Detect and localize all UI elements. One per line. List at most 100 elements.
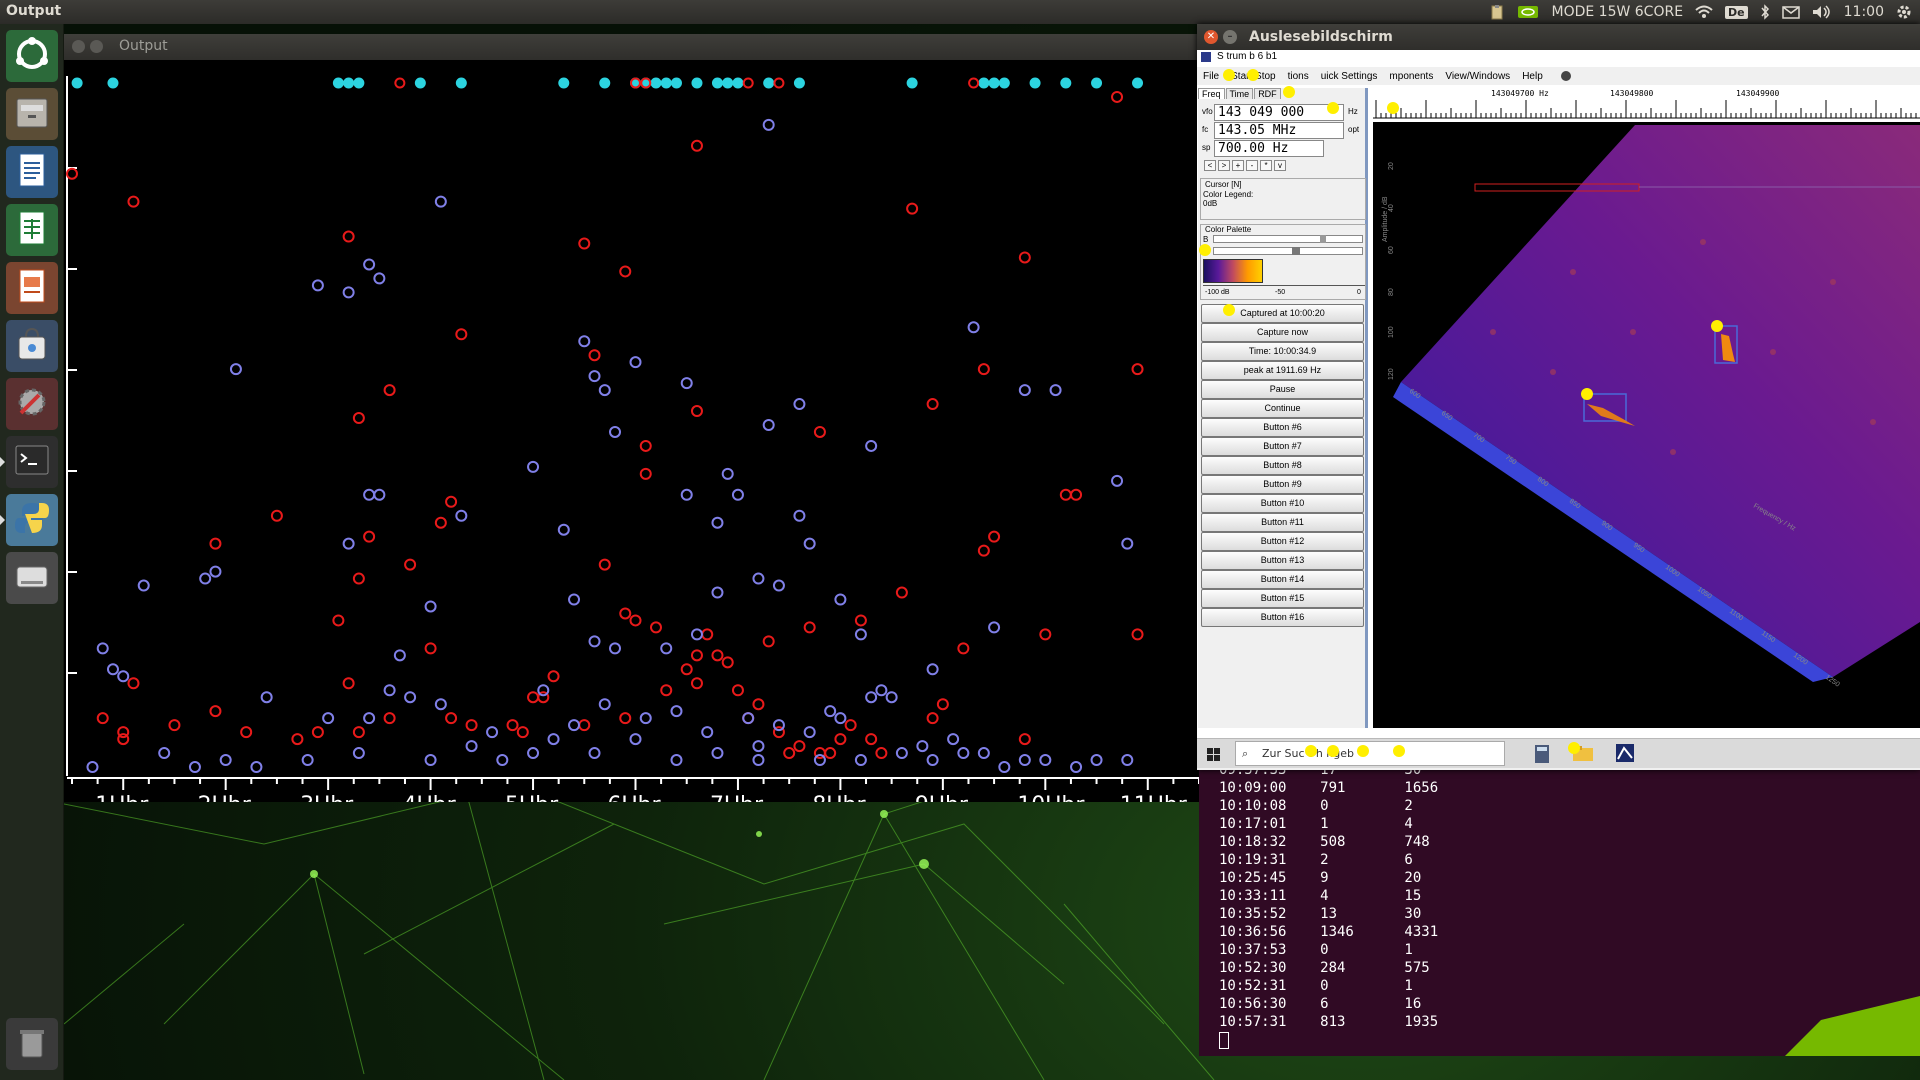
minimize-button[interactable]: [90, 40, 103, 53]
launcher-drive-button[interactable]: [6, 552, 58, 604]
spectrum-3d-surface: Amplitude / dB 20406080100120 6006507007…: [1382, 125, 1920, 689]
control-button[interactable]: peak at 1911.69 Hz: [1201, 361, 1364, 380]
menu-help[interactable]: Help: [1516, 71, 1549, 82]
terminal-window[interactable]: 09:57:33 17 30 10:09:00 791 1656 10:10:08 …: [1199, 762, 1920, 1056]
sp-input[interactable]: 700.00 Hz: [1214, 140, 1324, 157]
menu-view-windows[interactable]: View/Windows: [1439, 71, 1516, 82]
control-button[interactable]: Button #10: [1201, 494, 1364, 513]
nav-plus-button[interactable]: +: [1232, 160, 1244, 171]
control-button[interactable]: Capture now: [1201, 323, 1364, 342]
nvidia-icon[interactable]: [1517, 4, 1539, 20]
close-icon[interactable]: ✕: [1204, 30, 1218, 44]
launcher-writer-button[interactable]: [6, 146, 58, 198]
spectrum-surface: [1401, 125, 1920, 677]
control-button[interactable]: Time: 10:00:34.9: [1201, 342, 1364, 361]
launcher-software-button[interactable]: [6, 320, 58, 372]
data-point: [824, 747, 837, 760]
data-point: [865, 439, 878, 452]
terminal-line: 10:56:30 6 16: [1219, 996, 1422, 1012]
control-button[interactable]: Pause: [1201, 380, 1364, 399]
data-point: [731, 488, 744, 501]
data-point: [1059, 488, 1072, 501]
nav-down-button[interactable]: v: [1274, 160, 1286, 171]
nav-left-button[interactable]: <: [1204, 160, 1216, 171]
spectrum-lab-taskbar-icon[interactable]: [1615, 743, 1635, 767]
nav-minus-button[interactable]: -: [1246, 160, 1258, 171]
wrench-gear-icon: [13, 383, 51, 425]
calculator-taskbar-icon[interactable]: [1534, 744, 1550, 768]
tab-rdf[interactable]: RDF: [1254, 88, 1281, 99]
contrast-slider[interactable]: [1213, 247, 1363, 255]
launcher-terminal-button[interactable]: [0, 436, 58, 488]
output-window-titlebar[interactable]: Output: [64, 34, 1199, 60]
menu-file[interactable]: File: [1197, 71, 1225, 82]
data-point: [1121, 537, 1134, 550]
data-point: [506, 719, 519, 732]
launcher-files-button[interactable]: [6, 88, 58, 140]
control-button[interactable]: Button #16: [1201, 608, 1364, 627]
control-button[interactable]: Button #15: [1201, 589, 1364, 608]
remote-window-titlebar[interactable]: ✕ – Auslesebildschirm: [1197, 24, 1920, 50]
launcher-impress-button[interactable]: [6, 262, 58, 314]
vfo-input[interactable]: 143 049 000: [1214, 104, 1344, 121]
mail-icon[interactable]: [1781, 5, 1800, 19]
x-tick-label: 3Uhr: [300, 793, 354, 802]
data-point: [568, 719, 581, 732]
touch-marker: [1305, 745, 1317, 757]
control-button[interactable]: Continue: [1201, 399, 1364, 418]
menu-options[interactable]: tions: [1282, 71, 1315, 82]
launcher-settings-button[interactable]: [6, 378, 58, 430]
terminal-icon: [13, 441, 51, 483]
control-button[interactable]: Button #7: [1201, 437, 1364, 456]
clipboard-icon[interactable]: [1489, 4, 1505, 20]
launcher-calc-button[interactable]: [6, 204, 58, 256]
wifi-icon[interactable]: [1695, 5, 1713, 19]
menu-components[interactable]: mponents: [1383, 71, 1439, 82]
vfo-field: vfo 143 049 000 Hz: [1200, 104, 1366, 121]
tab-time[interactable]: Time: [1225, 88, 1254, 99]
control-button[interactable]: Button #11: [1201, 513, 1364, 532]
power-mode-label[interactable]: MODE 15W 6CORE: [1551, 4, 1683, 20]
data-point: [394, 77, 406, 89]
keyboard-layout-indicator[interactable]: De: [1725, 5, 1748, 19]
close-button[interactable]: [72, 40, 85, 53]
launcher-trash-button[interactable]: [6, 1018, 58, 1070]
data-point: [547, 733, 560, 746]
control-button[interactable]: Button #8: [1201, 456, 1364, 475]
tab-freq[interactable]: Freq: [1198, 88, 1225, 99]
control-button[interactable]: Button #6: [1201, 418, 1364, 437]
control-button[interactable]: Button #13: [1201, 551, 1364, 570]
data-point: [445, 712, 458, 725]
terminal-line: 10:25:45 9 20: [1219, 870, 1422, 886]
bluetooth-icon[interactable]: [1760, 4, 1770, 20]
control-pane: Freq Time RDF vfo 143 049 000 Hz fc 143.…: [1198, 88, 1368, 728]
clock[interactable]: 11:00: [1844, 4, 1884, 20]
fc-input[interactable]: 143.05 MHz: [1214, 122, 1344, 139]
brightness-slider[interactable]: [1213, 235, 1363, 243]
taskbar-search-input[interactable]: ⌕ Zur Suc t h ngeb: [1235, 741, 1505, 766]
windows-start-icon[interactable]: [1207, 747, 1221, 766]
minimize-icon[interactable]: –: [1223, 30, 1237, 44]
settings-gear-icon[interactable]: [1896, 4, 1912, 20]
data-point: [598, 698, 611, 711]
data-point: [434, 195, 447, 208]
nav-right-button[interactable]: >: [1218, 160, 1230, 171]
menu-quick-settings[interactable]: uick Settings: [1315, 71, 1384, 82]
control-button[interactable]: Button #12: [1201, 532, 1364, 551]
data-point: [352, 747, 365, 760]
fc-options[interactable]: opt: [1348, 125, 1359, 134]
search-icon: ⌕: [1242, 747, 1249, 760]
data-point: [527, 691, 540, 704]
hard-drive-icon: [13, 557, 51, 599]
data-point: [1132, 77, 1144, 89]
volume-icon[interactable]: [1812, 5, 1832, 19]
launcher-python-button[interactable]: [0, 494, 58, 546]
output-window: Output 1Uhr 2Uhr 3Uhr 4Uhr 5Uhr 6Uhr 7Uhr 8Uhr 9…: [64, 34, 1199, 802]
data-point: [906, 77, 918, 89]
control-button[interactable]: Button #14: [1201, 570, 1364, 589]
data-point: [199, 572, 212, 585]
nav-star-button[interactable]: *: [1260, 160, 1272, 171]
data-point: [363, 712, 376, 725]
control-button[interactable]: Button #9: [1201, 475, 1364, 494]
launcher-home-button[interactable]: [6, 30, 58, 82]
